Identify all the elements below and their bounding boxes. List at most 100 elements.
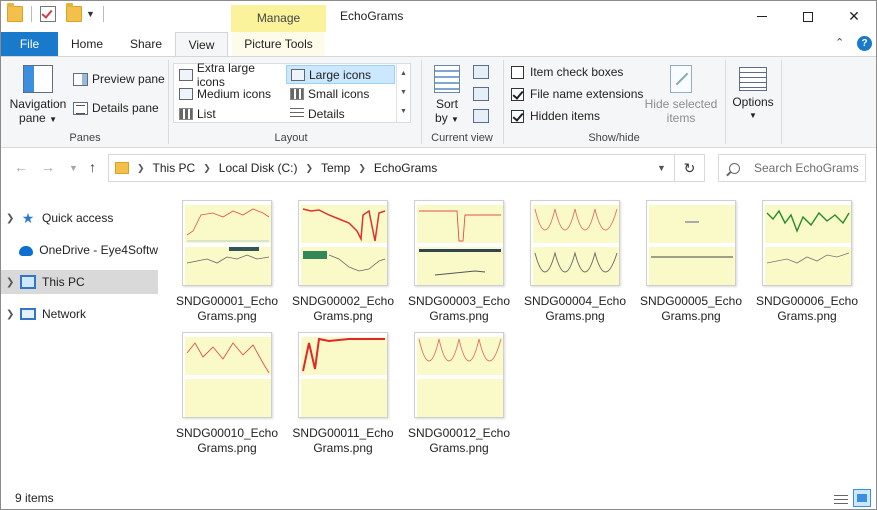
- item-check-boxes-checkbox[interactable]: Item check boxes: [511, 65, 623, 79]
- maximize-button[interactable]: [785, 1, 831, 32]
- scroll-up-icon[interactable]: ▲: [397, 64, 410, 83]
- search-input[interactable]: Search EchoGrams: [754, 161, 859, 175]
- divider: [503, 60, 504, 144]
- nav-item-quick-access[interactable]: ❯ ★ Quick access: [1, 206, 158, 230]
- file-item[interactable]: SNDG00005_Echo Grams.png: [636, 200, 746, 324]
- sort-label-2: by ▼: [429, 111, 465, 127]
- breadcrumb-echograms[interactable]: EchoGrams: [374, 161, 437, 175]
- file-list: SNDG00001_Echo Grams.png SNDG00002_Echo Gr…: [161, 191, 876, 487]
- layout-extra-large-icons[interactable]: Extra large icons: [175, 61, 285, 89]
- file-item[interactable]: SNDG00006_Echo Grams.png: [752, 200, 862, 324]
- help-icon[interactable]: ?: [857, 36, 872, 51]
- file-item[interactable]: SNDG00003_Echo Grams.png: [404, 200, 514, 324]
- network-icon: [20, 308, 36, 320]
- layout-details[interactable]: Details: [286, 104, 395, 123]
- sort-by-button[interactable]: Sort by ▼: [429, 65, 465, 127]
- file-name: SNDG00001_Echo Grams.png: [172, 294, 282, 324]
- file-name-extensions-checkbox[interactable]: File name extensions: [511, 87, 643, 101]
- preview-pane-label: Preview pane: [92, 72, 165, 86]
- cloud-icon: [18, 246, 34, 256]
- image-thumbnail: [530, 200, 620, 286]
- large-icons-view-icon[interactable]: [853, 489, 871, 507]
- minimize-button[interactable]: [739, 1, 785, 32]
- thumbnail-plot: [651, 221, 733, 258]
- forward-button[interactable]: →: [41, 159, 55, 175]
- tab-view[interactable]: View: [175, 32, 228, 57]
- layout-large-icons[interactable]: Large icons: [286, 65, 395, 84]
- layout-item-label: Large icons: [309, 67, 372, 82]
- hide-selected-icon: [670, 65, 692, 93]
- customize-toolbar-icon[interactable]: ▼: [86, 9, 95, 19]
- refresh-button[interactable]: ↻: [674, 155, 704, 181]
- recent-locations-button[interactable]: ▼: [69, 163, 78, 173]
- expand-gallery-icon[interactable]: ▼: [397, 102, 410, 121]
- properties-icon[interactable]: [40, 6, 56, 22]
- group-by-icon[interactable]: [473, 65, 489, 79]
- chevron-right-icon[interactable]: ❯: [137, 163, 145, 174]
- details-pane-label: Details pane: [92, 101, 159, 115]
- checkbox-box: [511, 87, 524, 101]
- tab-picture-tools[interactable]: Picture Tools: [232, 32, 325, 56]
- file-item[interactable]: SNDG00012_Echo Grams.png: [404, 332, 514, 456]
- up-button[interactable]: ↑: [89, 159, 96, 175]
- hide-selected-label-2: items: [666, 111, 696, 125]
- checkbox-label: Hidden items: [530, 109, 601, 123]
- breadcrumb-local-disk[interactable]: Local Disk (C:): [219, 161, 298, 175]
- chevron-right-icon[interactable]: ❯: [358, 163, 366, 174]
- file-item[interactable]: SNDG00011_Echo Grams.png: [288, 332, 398, 456]
- chevron-right-icon[interactable]: ❯: [6, 213, 20, 224]
- chevron-right-icon[interactable]: ❯: [305, 163, 313, 174]
- address-bar[interactable]: ❯ This PC ❯ Local Disk (C:) ❯ Temp ❯ Ech…: [108, 154, 705, 182]
- chevron-right-icon[interactable]: ❯: [203, 163, 211, 174]
- back-button[interactable]: ←: [14, 159, 28, 175]
- options-button[interactable]: Options ▼: [729, 67, 777, 123]
- details-pane-icon: [73, 101, 88, 115]
- tab-home[interactable]: Home: [63, 32, 111, 56]
- file-name-line: SNDG00005_Echo: [639, 294, 743, 308]
- file-item[interactable]: SNDG00004_Echo Grams.png: [520, 200, 630, 324]
- file-item[interactable]: SNDG00001_Echo Grams.png: [172, 200, 282, 324]
- tab-file[interactable]: File: [1, 32, 58, 56]
- breadcrumb-temp[interactable]: Temp: [321, 161, 350, 175]
- thumbnail-plot: [418, 338, 502, 362]
- hidden-items-checkbox[interactable]: Hidden items: [511, 109, 600, 123]
- new-folder-icon[interactable]: [66, 3, 82, 22]
- image-thumbnail: [182, 200, 272, 286]
- add-columns-icon[interactable]: [473, 87, 489, 101]
- file-name-line: SNDG00006_Echo: [755, 294, 859, 308]
- collapse-ribbon-icon[interactable]: ⌃: [835, 36, 844, 49]
- file-item[interactable]: SNDG00002_Echo Grams.png: [288, 200, 398, 324]
- details-view-icon[interactable]: [834, 492, 848, 504]
- address-row: ← → ▼ ↑ ❯ This PC ❯ Local Disk (C:) ❯ Te…: [1, 149, 876, 187]
- search-box[interactable]: Search EchoGrams: [718, 154, 866, 182]
- options-icon: [739, 67, 767, 91]
- nav-item-this-pc[interactable]: ❯ This PC: [1, 270, 158, 294]
- chevron-right-icon[interactable]: ❯: [6, 277, 20, 288]
- hide-selected-items-button[interactable]: Hide selected items: [643, 65, 719, 125]
- size-columns-icon[interactable]: [473, 109, 489, 123]
- breadcrumb-this-pc[interactable]: This PC: [153, 161, 196, 175]
- tab-share[interactable]: Share: [122, 32, 170, 56]
- image-thumbnail: [298, 332, 388, 418]
- nav-item-onedrive[interactable]: OneDrive - Eye4Softw: [1, 238, 158, 262]
- nav-item-network[interactable]: ❯ Network: [1, 302, 158, 326]
- details-pane-button[interactable]: Details pane: [73, 101, 159, 115]
- image-thumbnail: [298, 200, 388, 286]
- preview-pane-button[interactable]: Preview pane: [73, 72, 165, 86]
- navigation-pane-button[interactable]: Navigation pane ▼: [7, 65, 69, 127]
- dropdown-icon: ▼: [749, 111, 757, 120]
- navigation-pane-label-2: pane ▼: [7, 111, 69, 127]
- file-item[interactable]: SNDG00010_Echo Grams.png: [172, 332, 282, 456]
- layout-small-icons[interactable]: Small icons: [286, 84, 395, 103]
- layout-medium-icons[interactable]: Medium icons: [175, 84, 285, 103]
- chevron-right-icon[interactable]: ❯: [6, 309, 20, 320]
- file-name-line: Grams.png: [777, 309, 837, 323]
- layout-list[interactable]: List: [175, 104, 285, 123]
- scroll-down-icon[interactable]: ▼: [397, 83, 410, 102]
- small-icons-icon: [290, 87, 304, 100]
- close-button[interactable]: ✕: [831, 1, 877, 32]
- divider: [781, 60, 782, 144]
- address-dropdown-icon[interactable]: ▼: [657, 163, 666, 173]
- checkbox-box: [511, 65, 524, 79]
- manage-contextual-tab[interactable]: Manage: [231, 5, 326, 32]
